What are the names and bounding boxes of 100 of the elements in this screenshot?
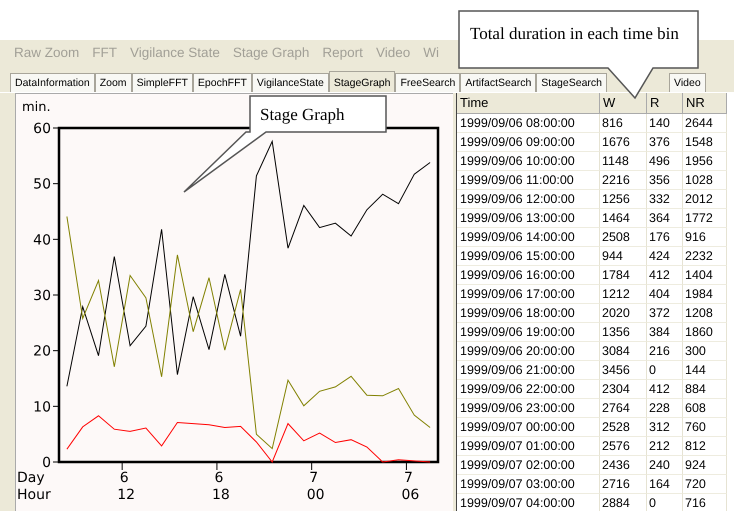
table-cell: 1464 (600, 209, 647, 228)
table-cell: 216 (647, 342, 683, 361)
table-cell: 1999/09/06 21:00:00 (457, 361, 600, 380)
table-cell: 412 (647, 266, 683, 285)
table-cell: 1999/09/06 13:00:00 (457, 209, 600, 228)
table-cell: 884 (683, 380, 727, 399)
table-cell: 1999/09/06 11:00:00 (457, 171, 600, 190)
tab[interactable]: EpochFFT (192, 73, 252, 92)
hour-label: 06 (402, 487, 420, 503)
table-cell: 372 (647, 304, 683, 323)
table-cell: 1256 (600, 190, 647, 209)
table-cell: 1356 (600, 323, 647, 342)
table-cell: 1208 (683, 304, 727, 323)
table-cell: 356 (647, 171, 683, 190)
table-cell: 164 (647, 475, 683, 494)
table-cell: 1999/09/06 14:00:00 (457, 228, 600, 247)
table-cell: 2012 (683, 190, 727, 209)
table-cell: 1676 (600, 133, 647, 152)
table-cell: 1999/09/06 17:00:00 (457, 285, 600, 304)
table-cell: 1404 (683, 266, 727, 285)
y-tick-label: 0 (42, 455, 51, 471)
table-cell: 2216 (600, 171, 647, 190)
table-cell: 1999/09/06 20:00:00 (457, 342, 600, 361)
table-cell: 760 (683, 418, 727, 437)
y-tick-label: 30 (33, 288, 51, 304)
table-cell: 944 (600, 247, 647, 266)
table-cell: 1999/09/06 08:00:00 (457, 114, 600, 133)
table-cell: 364 (647, 209, 683, 228)
hour-label: 00 (306, 487, 325, 503)
y-tick-label: 40 (33, 232, 51, 248)
tab[interactable]: FreeSearch (395, 73, 460, 92)
tab[interactable]: Zoom (94, 73, 132, 92)
table-cell: 0 (647, 494, 683, 511)
y-tick-label: 20 (33, 344, 51, 360)
table-cell: 1999/09/07 02:00:00 (457, 456, 600, 475)
table-cell: 2304 (600, 380, 647, 399)
table-cell: 816 (600, 114, 647, 133)
column-header[interactable]: NR (683, 93, 727, 114)
tab[interactable]: DataInformation (10, 73, 95, 92)
table-cell: 1999/09/06 12:00:00 (457, 190, 600, 209)
table-cell: 1999/09/07 01:00:00 (457, 437, 600, 456)
table-cell: 924 (683, 456, 727, 475)
table-cell: 2020 (600, 304, 647, 323)
table-cell: 240 (647, 456, 683, 475)
table-cell: 1999/09/06 10:00:00 (457, 152, 600, 171)
table-cell: 1999/09/06 16:00:00 (457, 266, 600, 285)
table-cell: 1956 (683, 152, 727, 171)
table-cell: 424 (647, 247, 683, 266)
table-cell: 2232 (683, 247, 727, 266)
table-cell: 1999/09/07 03:00:00 (457, 475, 600, 494)
table-cell: 384 (647, 323, 683, 342)
table-cell: 1984 (683, 285, 727, 304)
table-cell: 1860 (683, 323, 727, 342)
tab[interactable]: SimpleFFT (132, 73, 193, 92)
table-cell: 3084 (600, 342, 647, 361)
tab[interactable]: StageGraph (328, 71, 396, 92)
hour-label: 18 (212, 487, 230, 503)
table-cell: 2716 (600, 475, 647, 494)
column-header[interactable]: W (600, 93, 647, 114)
y-tick-label: 10 (33, 399, 51, 416)
table-cell: 2528 (600, 418, 647, 437)
table-cell: 1999/09/06 18:00:00 (457, 304, 600, 323)
table-cell: 1999/09/07 04:00:00 (457, 494, 600, 511)
callout-text: Stage Graph (260, 105, 345, 124)
table-cell: 2764 (600, 399, 647, 418)
table-cell: 1999/09/06 09:00:00 (457, 133, 600, 152)
axis-row-label: Day (17, 470, 45, 486)
day-label: 6 (120, 470, 129, 486)
table-cell: 1999/09/06 15:00:00 (457, 247, 600, 266)
y-tick-label: 60 (33, 121, 51, 137)
table-cell: 496 (647, 152, 683, 171)
day-label: 6 (214, 470, 224, 486)
table-cell: 412 (647, 380, 683, 399)
table-cell: 1999/09/06 19:00:00 (457, 323, 600, 342)
column-header[interactable]: R (647, 93, 683, 114)
table-cell: 228 (647, 399, 683, 418)
table-cell: 720 (683, 475, 727, 494)
tab[interactable]: ArtifactSearch (460, 73, 536, 92)
table-cell: 140 (647, 114, 683, 133)
hour-label: 12 (117, 487, 136, 503)
axis-row-label: Hour (17, 487, 51, 503)
table-cell: 1028 (683, 171, 727, 190)
table-cell: 2644 (683, 114, 727, 133)
table-cell: 376 (647, 133, 683, 152)
tab[interactable]: StageSearch (536, 73, 608, 92)
table-cell: 2884 (600, 494, 647, 511)
day-label: 7 (309, 470, 318, 486)
tab[interactable]: VigilanceState (252, 73, 329, 92)
tab[interactable]: Video (669, 73, 706, 92)
table-cell: 1999/09/06 23:00:00 (457, 399, 600, 418)
table-cell: 2436 (600, 456, 647, 475)
table-cell: 176 (647, 228, 683, 247)
table-cell: 212 (647, 437, 683, 456)
column-header[interactable]: Time (457, 93, 600, 114)
table-cell: 404 (647, 285, 683, 304)
table-cell: 2508 (600, 228, 647, 247)
table-cell: 608 (683, 399, 727, 418)
y-axis-label: min. (22, 100, 51, 115)
table-cell: 0 (647, 361, 683, 380)
callout-text: Total duration in each time bin (470, 23, 680, 45)
